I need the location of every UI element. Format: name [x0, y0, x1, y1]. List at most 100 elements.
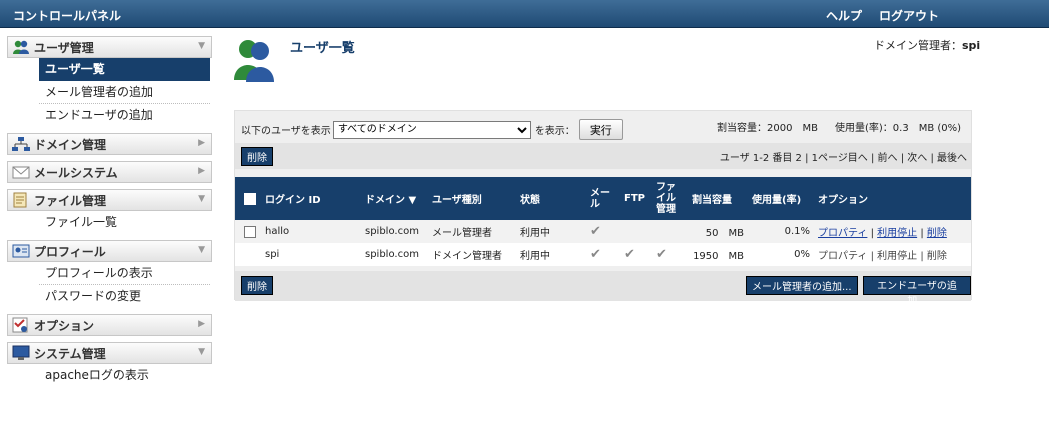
user-list-panel: 以下のユーザを表示 すべてのドメイン を表示： 実行 割当容量：2000 MB … [234, 110, 972, 307]
sidebar-item-user-list[interactable]: ユーザ一覧 [39, 58, 210, 81]
sidebar-section-user-mgmt[interactable]: ユーザ管理 ▼ [7, 36, 212, 58]
add-end-user-button[interactable]: エンドユーザの追加... [863, 276, 971, 307]
delete-link[interactable]: 削除 [927, 228, 947, 239]
logout-link[interactable]: ログアウト [879, 7, 939, 24]
check-icon: ✔ [590, 247, 601, 262]
chevron-right-icon: ▶ [198, 138, 205, 148]
select-all-checkbox[interactable] [244, 192, 256, 205]
cell-type: メール管理者 [428, 220, 516, 243]
help-link[interactable]: ヘルプ [826, 7, 862, 24]
sidebar: ユーザ管理 ▼ ユーザ一覧 メール管理者の追加 エンドユーザの追加 ドメイン管理… [7, 36, 212, 387]
col-status: 状態 [516, 177, 586, 220]
delete-button-bottom[interactable]: 削除 [241, 276, 273, 295]
cell-usage: 0.1% [748, 220, 814, 243]
row-select-cell[interactable] [235, 220, 261, 243]
sidebar-section-mail-system[interactable]: メールシステム ▶ [7, 161, 212, 183]
sidebar-section-label: プロフィール [34, 244, 106, 259]
sidebar-section-file-mgmt[interactable]: ファイル管理 ▼ [7, 189, 212, 211]
filter-prefix: 以下のユーザを表示 [241, 126, 331, 137]
sidebar-section-options[interactable]: オプション ▶ [7, 314, 212, 336]
chevron-right-icon: ▶ [198, 166, 205, 176]
cell-domain: spiblo.com [361, 243, 428, 266]
cell-login: spi [261, 243, 361, 266]
monitor-icon [12, 345, 30, 360]
suspend-text: 利用停止 [877, 251, 918, 262]
row-checkbox[interactable] [244, 225, 256, 238]
app-title: コントロールパネル [13, 9, 122, 23]
cell-status: 利用中 [516, 220, 586, 243]
top-action-bar: 削除 ユーザ 1-2 番目 2 | 1ページ目へ | 前へ | 次へ | 最後へ [235, 143, 971, 169]
row-select-cell [235, 243, 261, 266]
user-table: ログイン ID ドメイン ▼ ユーザ種別 状態 メー ル FTP ファ イル 管… [235, 177, 971, 266]
cell-ftp [620, 220, 652, 243]
sidebar-item-file-list[interactable]: ファイル一覧 [39, 211, 210, 234]
add-mail-admin-button[interactable]: メール管理者の追加... [746, 276, 858, 295]
col-usage: 使用量(率) [748, 177, 814, 220]
admin-name: spi [962, 39, 981, 52]
options-icon [12, 317, 28, 333]
cell-usage: 0% [748, 243, 814, 266]
suspend-link[interactable]: 利用停止 [877, 228, 917, 239]
exec-button[interactable]: 実行 [578, 119, 623, 140]
domain-select[interactable]: すべてのドメイン [332, 120, 531, 139]
sidebar-section-system-mgmt[interactable]: システム管理 ▼ [7, 342, 212, 364]
filter-bar: 以下のユーザを表示 すべてのドメイン を表示： 実行 [241, 119, 623, 140]
cell-mail: ✔ [586, 243, 620, 266]
users-icon [234, 40, 274, 82]
col-quota: 割当容量 [688, 177, 748, 220]
cell-status: 利用中 [516, 243, 586, 266]
sidebar-section-label: オプション [34, 318, 95, 333]
users-icon [13, 40, 29, 54]
cell-quota: 50 MB [688, 220, 748, 243]
mail-icon [12, 166, 30, 179]
cell-options: プロパティ | 利用停止 | 削除 [814, 243, 971, 266]
sidebar-section-label: メールシステム [34, 165, 118, 180]
sidebar-item-apache-log[interactable]: apacheログの表示 [39, 364, 210, 387]
sidebar-section-domain-mgmt[interactable]: ドメイン管理 ▶ [7, 133, 212, 155]
table-row: hallo spiblo.com メール管理者 利用中 ✔ 50 MB 0.1%… [235, 220, 971, 243]
admin-label: ドメイン管理者： [874, 39, 962, 52]
cell-ftp: ✔ [620, 243, 652, 266]
col-domain[interactable]: ドメイン ▼ [361, 177, 428, 220]
network-icon [12, 137, 30, 151]
cell-type: ドメイン管理者 [428, 243, 516, 266]
properties-link[interactable]: プロパティ [818, 228, 867, 239]
select-all-cell[interactable] [235, 177, 261, 220]
sidebar-section-label: ファイル管理 [34, 193, 107, 208]
sidebar-section-label: ドメイン管理 [34, 137, 107, 152]
cell-quota: 1950 MB [688, 243, 748, 266]
table-header-row: ログイン ID ドメイン ▼ ユーザ種別 状態 メー ル FTP ファ イル 管… [235, 177, 971, 220]
sidebar-item-view-profile[interactable]: プロフィールの表示 [39, 262, 210, 285]
sidebar-section-label: ユーザ管理 [34, 40, 94, 55]
usage-text: 使用量(率)：0.3 MB (0%) [835, 123, 962, 134]
cell-domain: spiblo.com [361, 220, 428, 243]
quota-text: 割当容量：2000 MB [717, 123, 818, 134]
profile-icon [12, 244, 30, 258]
file-icon [13, 192, 27, 208]
col-type: ユーザ種別 [428, 177, 516, 220]
cell-file: ✔ [652, 243, 688, 266]
sidebar-section-label: システム管理 [34, 346, 106, 361]
page-title: ユーザ一覧 [290, 41, 355, 56]
chevron-down-icon: ▼ [198, 347, 205, 357]
chevron-down-icon: ▼ [198, 245, 205, 255]
sidebar-item-change-password[interactable]: パスワードの変更 [39, 285, 210, 308]
col-ftp: FTP [620, 177, 652, 220]
check-icon: ✔ [590, 224, 601, 239]
pagination[interactable]: ユーザ 1-2 番目 2 | 1ページ目へ | 前へ | 次へ | 最後へ [720, 149, 967, 164]
delete-button[interactable]: 削除 [241, 147, 273, 166]
sidebar-item-add-mail-admin[interactable]: メール管理者の追加 [39, 81, 210, 104]
properties-text: プロパティ [818, 251, 868, 262]
chevron-right-icon: ▶ [198, 319, 205, 329]
admin-info: ドメイン管理者：spi [874, 37, 980, 53]
bottom-action-bar: 削除 メール管理者の追加... エンドユーザの追加... [235, 271, 971, 307]
col-mail: メー ル [586, 177, 620, 220]
col-login: ログイン ID [261, 177, 361, 220]
col-file: ファ イル 管理 [652, 177, 688, 220]
sidebar-item-add-end-user[interactable]: エンドユーザの追加 [39, 104, 210, 127]
sidebar-section-profile[interactable]: プロフィール ▼ [7, 240, 212, 262]
top-bar: コントロールパネル ヘルプ ログアウト [0, 0, 1049, 28]
cell-login: hallo [261, 220, 361, 243]
col-options: オプション [814, 177, 971, 220]
chevron-down-icon: ▼ [198, 194, 205, 204]
